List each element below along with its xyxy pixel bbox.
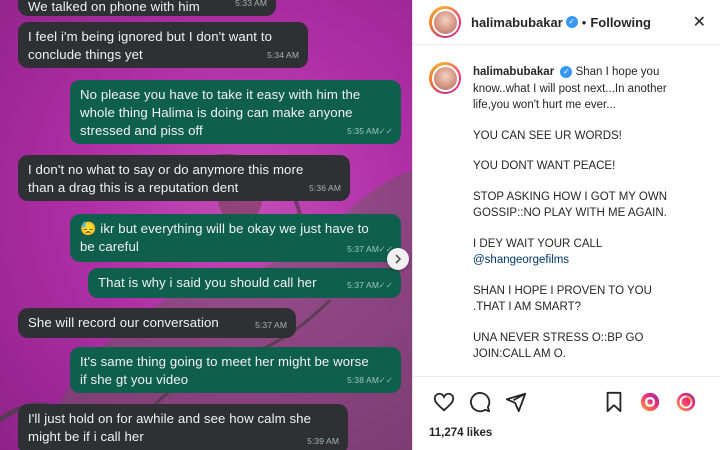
chat-message-outgoing: It's same thing going to meet her might …: [70, 347, 401, 393]
caption-line: UNA NEVER STRESS O::BP GO: [473, 331, 644, 344]
caption-line: YOU CAN SEE UR WORDS!: [473, 129, 622, 142]
message-text: I feel i'm being ignored but I don't wan…: [28, 29, 273, 62]
caption-line: know..what I will post next...In another: [473, 82, 667, 95]
share-icon[interactable]: [505, 391, 527, 413]
bookmark-icon[interactable]: [603, 391, 625, 413]
chat-message-incoming: I don't no what to say or do anymore thi…: [18, 155, 350, 201]
comment-icon[interactable]: [469, 391, 491, 413]
caption-line: life,you won't hurt me ever...: [473, 99, 616, 111]
message-time: 5:39 AM: [307, 436, 339, 446]
message-text: She will record our conversation: [28, 315, 219, 330]
message-time: 5:37 AM: [347, 244, 379, 254]
chat-message-outgoing: That is why i said you should call her 5…: [88, 268, 401, 298]
message-text: 😓 ikr but everything will be okay we jus…: [80, 221, 369, 254]
message-text: I'll just hold on for awhile and see how…: [28, 411, 312, 444]
message-time: 5:37 AM: [347, 280, 379, 290]
caption-line: GOSSIP::NO PLAY WITH ME AGAIN.: [473, 207, 667, 219]
message-text: No please you have to take it easy with …: [80, 87, 361, 138]
more-options-icon[interactable]: ✕: [693, 12, 707, 32]
caption-line: STOP ASKING HOW I GOT MY OWN: [473, 190, 668, 203]
chat-message-incoming: She will record our conversation 5:37 AM: [18, 308, 296, 338]
reel-icon[interactable]: [639, 391, 661, 413]
caption-username[interactable]: halimabubakar: [473, 66, 554, 78]
like-count[interactable]: 11,274 likes: [429, 427, 492, 439]
caption-line: YOU DONT WANT PEACE!: [473, 160, 616, 172]
message-time: 5:34 AM: [267, 50, 299, 60]
verified-badge-icon: ✓: [560, 65, 573, 78]
caption-line: Shan I hope you: [575, 66, 660, 78]
message-time: 5:35 AM: [347, 126, 379, 136]
caption-line: SHAN I HOPE I PROVEN TO YOU: [473, 284, 652, 297]
verified-badge-icon: ✓: [565, 16, 578, 28]
heart-icon[interactable]: [433, 391, 455, 413]
read-receipt-icon: ✓✓: [378, 126, 393, 136]
chat-message-outgoing: 😓 ikr but everything will be okay we jus…: [70, 214, 401, 262]
post-header: halimabubakar ✓ • Following ✕: [413, 0, 720, 45]
chat-message-outgoing: No please you have to take it easy with …: [70, 80, 401, 144]
mention-link[interactable]: @shangeorgefilms: [473, 252, 695, 269]
username-link[interactable]: halimabubakar: [471, 15, 563, 30]
message-text: It's same thing going to meet her might …: [80, 354, 369, 387]
message-time: 5:37 AM: [255, 320, 287, 330]
following-button[interactable]: Following: [590, 15, 651, 30]
next-image-button[interactable]: [387, 248, 409, 270]
avatar[interactable]: [429, 6, 461, 38]
message-time: 5:36 AM: [309, 183, 341, 193]
message-time: 5:38 AM: [347, 375, 379, 385]
threads-icon[interactable]: [675, 391, 697, 413]
caption-avatar[interactable]: [429, 62, 461, 94]
caption-text: halimabubakar ✓ Shan I hope you know..wh…: [473, 64, 695, 363]
chat-message-incoming: We talked on phone with him 5:33 AM: [18, 0, 276, 16]
caption-line: .THAT I AM SMART?: [473, 301, 581, 313]
read-receipt-icon: ✓✓: [378, 280, 393, 290]
chevron-right-icon: [395, 254, 402, 264]
chat-message-incoming: I'll just hold on for awhile and see how…: [18, 404, 348, 450]
message-text: I don't no what to say or do anymore thi…: [28, 162, 304, 195]
message-text: We talked on phone with him: [28, 0, 200, 14]
chat-screenshot: We talked on phone with him 5:33 AM I fe…: [0, 0, 412, 450]
caption-line: I DEY WAIT YOUR CALL: [473, 237, 603, 250]
caption-line: JOIN:CALL AM O.: [473, 348, 566, 360]
separator-dot: •: [581, 14, 587, 30]
read-receipt-icon: ✓✓: [378, 375, 393, 385]
chat-message-incoming: I feel i'm being ignored but I don't wan…: [18, 22, 308, 68]
post-actions: 11,274 likes: [413, 376, 720, 450]
post-panel: halimabubakar ✓ • Following ✕ halimabuba…: [412, 0, 720, 450]
message-time: 5:33 AM: [235, 0, 267, 8]
